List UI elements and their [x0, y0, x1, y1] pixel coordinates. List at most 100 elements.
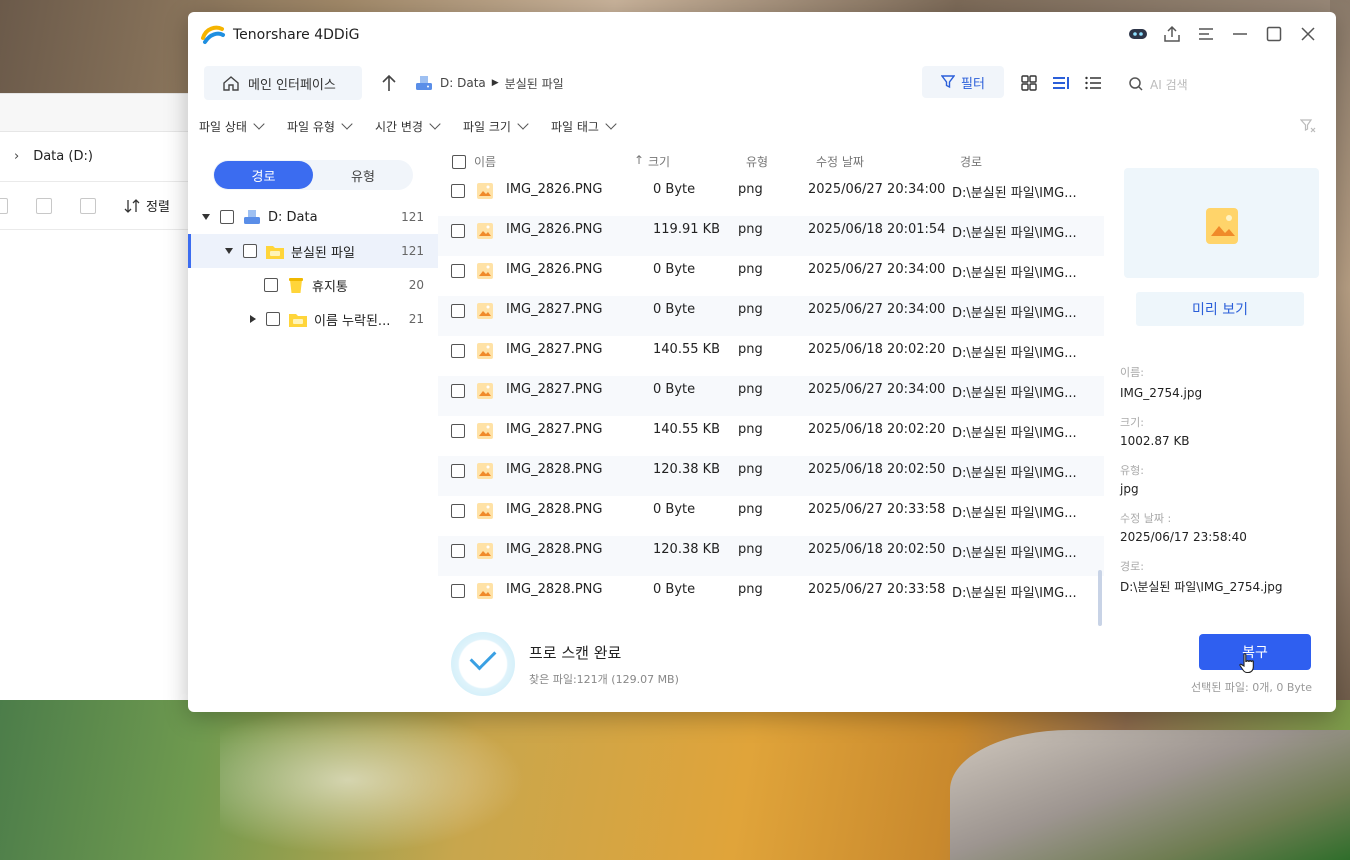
breadcrumb-drive[interactable]: D: Data: [440, 76, 486, 90]
tree-node-recycle-bin[interactable]: 휴지통 20: [188, 268, 438, 302]
filter-file-size[interactable]: 파일 크기: [463, 118, 529, 135]
row-checkbox[interactable]: [451, 384, 465, 398]
preview-panel: 미리 보기 이름: IMG_2754.jpg 크기: 1002.87 KB 유형…: [1120, 168, 1319, 608]
table-row[interactable]: IMG_2828.PNG 120.38 KB png 2025/06/18 20:02…: [438, 536, 1104, 576]
cell-type: png: [738, 262, 763, 277]
preview-name-label: 이름:: [1120, 366, 1144, 379]
table-row[interactable]: IMG_2828.PNG 120.38 KB png 2025/06/18 20:02…: [438, 456, 1104, 496]
table-row[interactable]: IMG_2828.PNG 0 Byte png 2025/06/27 20:33:58…: [438, 496, 1104, 536]
preview-size-value: 1002.87 KB: [1120, 434, 1190, 448]
close-icon[interactable]: [1298, 24, 1318, 44]
cell-path: D:\분실된 파일\IMG...: [952, 226, 1077, 241]
row-checkbox[interactable]: [451, 264, 465, 278]
grid-view-icon[interactable]: [1020, 74, 1038, 92]
table-scrollbar[interactable]: [1098, 570, 1102, 626]
expand-icon[interactable]: [250, 315, 256, 323]
preview-size-label: 크기:: [1120, 416, 1144, 429]
minimize-icon[interactable]: [1230, 24, 1250, 44]
detail-view-icon[interactable]: [1052, 74, 1070, 92]
row-checkbox[interactable]: [451, 544, 465, 558]
row-checkbox[interactable]: [451, 584, 465, 598]
tree-node-label: 휴지통: [312, 279, 348, 295]
cell-type: png: [738, 302, 763, 317]
filter-button[interactable]: 필터: [922, 66, 1004, 98]
row-checkbox[interactable]: [451, 504, 465, 518]
wallpaper-rocks: [950, 730, 1350, 860]
table-row[interactable]: IMG_2827.PNG 0 Byte png 2025/06/27 20:34:00…: [438, 296, 1104, 336]
clear-filter-icon[interactable]: [1300, 118, 1316, 134]
tab-path[interactable]: 경로: [214, 161, 313, 189]
table-row[interactable]: IMG_2827.PNG 140.55 KB png 2025/06/18 20:02…: [438, 416, 1104, 456]
cell-date: 2025/06/18 20:02:50: [808, 462, 946, 477]
sort-ascending-icon[interactable]: ↑: [634, 153, 644, 167]
image-file-icon: [477, 223, 493, 239]
breadcrumb-folder[interactable]: 분실된 파일: [505, 75, 564, 92]
preview-button[interactable]: 미리 보기: [1136, 292, 1304, 326]
expand-icon[interactable]: [202, 214, 210, 220]
column-header-path[interactable]: 경로: [960, 153, 982, 170]
tab-type[interactable]: 유형: [313, 160, 413, 190]
cell-name: IMG_2826.PNG: [506, 182, 603, 197]
cell-path: D:\분실된 파일\IMG...: [952, 586, 1077, 601]
rename-icon[interactable]: [0, 197, 8, 214]
up-arrow-icon[interactable]: [380, 73, 398, 93]
tree-node-lost-files[interactable]: 분실된 파일 121: [188, 234, 438, 268]
cell-size: 140.55 KB: [653, 422, 721, 437]
maximize-icon[interactable]: [1264, 24, 1284, 44]
image-file-icon: [477, 583, 493, 599]
assistant-icon[interactable]: [1128, 24, 1148, 44]
row-checkbox[interactable]: [451, 424, 465, 438]
row-checkbox[interactable]: [451, 344, 465, 358]
tree-node-count: 20: [408, 278, 424, 292]
scan-complete-icon: [451, 632, 515, 696]
checkbox[interactable]: [264, 278, 278, 292]
cell-path: D:\분실된 파일\IMG...: [952, 306, 1077, 321]
table-row[interactable]: IMG_2826.PNG 119.91 KB png 2025/06/18 20:01…: [438, 216, 1104, 256]
filter-file-status[interactable]: 파일 상태: [199, 118, 265, 135]
explorer-address-bar[interactable]: › Data (D:): [0, 132, 190, 182]
tree-node-unnamed[interactable]: 이름 누락된... 21: [188, 302, 438, 336]
share-icon[interactable]: [36, 197, 52, 214]
preview-type-value: jpg: [1120, 482, 1139, 496]
table-row[interactable]: IMG_2828.PNG 0 Byte png 2025/06/27 20:33:58…: [438, 576, 1104, 616]
row-checkbox[interactable]: [451, 184, 465, 198]
column-header-type[interactable]: 유형: [746, 153, 768, 170]
delete-icon[interactable]: [80, 197, 96, 214]
expand-icon[interactable]: [225, 248, 233, 254]
table-row[interactable]: IMG_2826.PNG 0 Byte png 2025/06/27 20:34:00…: [438, 176, 1104, 216]
column-header-name[interactable]: 이름: [474, 153, 496, 170]
row-checkbox[interactable]: [451, 304, 465, 318]
cell-type: png: [738, 582, 763, 597]
filter-file-type[interactable]: 파일 유형: [287, 118, 353, 135]
sort-icon: [124, 198, 140, 213]
column-header-size[interactable]: 크기: [648, 153, 670, 170]
row-checkbox[interactable]: [451, 224, 465, 238]
row-checkbox[interactable]: [451, 464, 465, 478]
tree-node-count: 121: [401, 210, 424, 224]
home-button[interactable]: 메인 인터페이스: [204, 66, 362, 100]
menu-icon[interactable]: [1196, 24, 1216, 44]
cell-name: IMG_2828.PNG: [506, 462, 603, 477]
cell-path: D:\분실된 파일\IMG...: [952, 426, 1077, 441]
checkbox[interactable]: [266, 312, 280, 326]
checkbox[interactable]: [220, 210, 234, 224]
filter-file-status-label: 파일 상태: [199, 119, 247, 134]
search-field[interactable]: AI 검색: [1128, 70, 1328, 98]
select-all-checkbox[interactable]: [452, 155, 466, 169]
cell-date: 2025/06/27 20:34:00: [808, 302, 946, 317]
table-row[interactable]: IMG_2827.PNG 0 Byte png 2025/06/27 20:34:00…: [438, 376, 1104, 416]
explorer-tabbar: [0, 94, 190, 132]
checkbox[interactable]: [243, 244, 257, 258]
filter-file-tag[interactable]: 파일 태그: [551, 118, 617, 135]
tree-node-drive[interactable]: D: Data 121: [188, 200, 438, 234]
sort-button[interactable]: 정렬: [124, 196, 170, 215]
column-header-date[interactable]: 수정 날짜: [816, 153, 864, 170]
image-file-icon: [477, 263, 493, 279]
search-icon: [1129, 77, 1143, 91]
table-row[interactable]: IMG_2827.PNG 140.55 KB png 2025/06/18 20:02…: [438, 336, 1104, 376]
table-row[interactable]: IMG_2826.PNG 0 Byte png 2025/06/27 20:34:00…: [438, 256, 1104, 296]
filter-time-modified[interactable]: 시간 변경: [375, 118, 441, 135]
cell-path: D:\분실된 파일\IMG...: [952, 386, 1077, 401]
list-view-icon[interactable]: [1084, 74, 1102, 92]
share-icon[interactable]: [1162, 24, 1182, 44]
